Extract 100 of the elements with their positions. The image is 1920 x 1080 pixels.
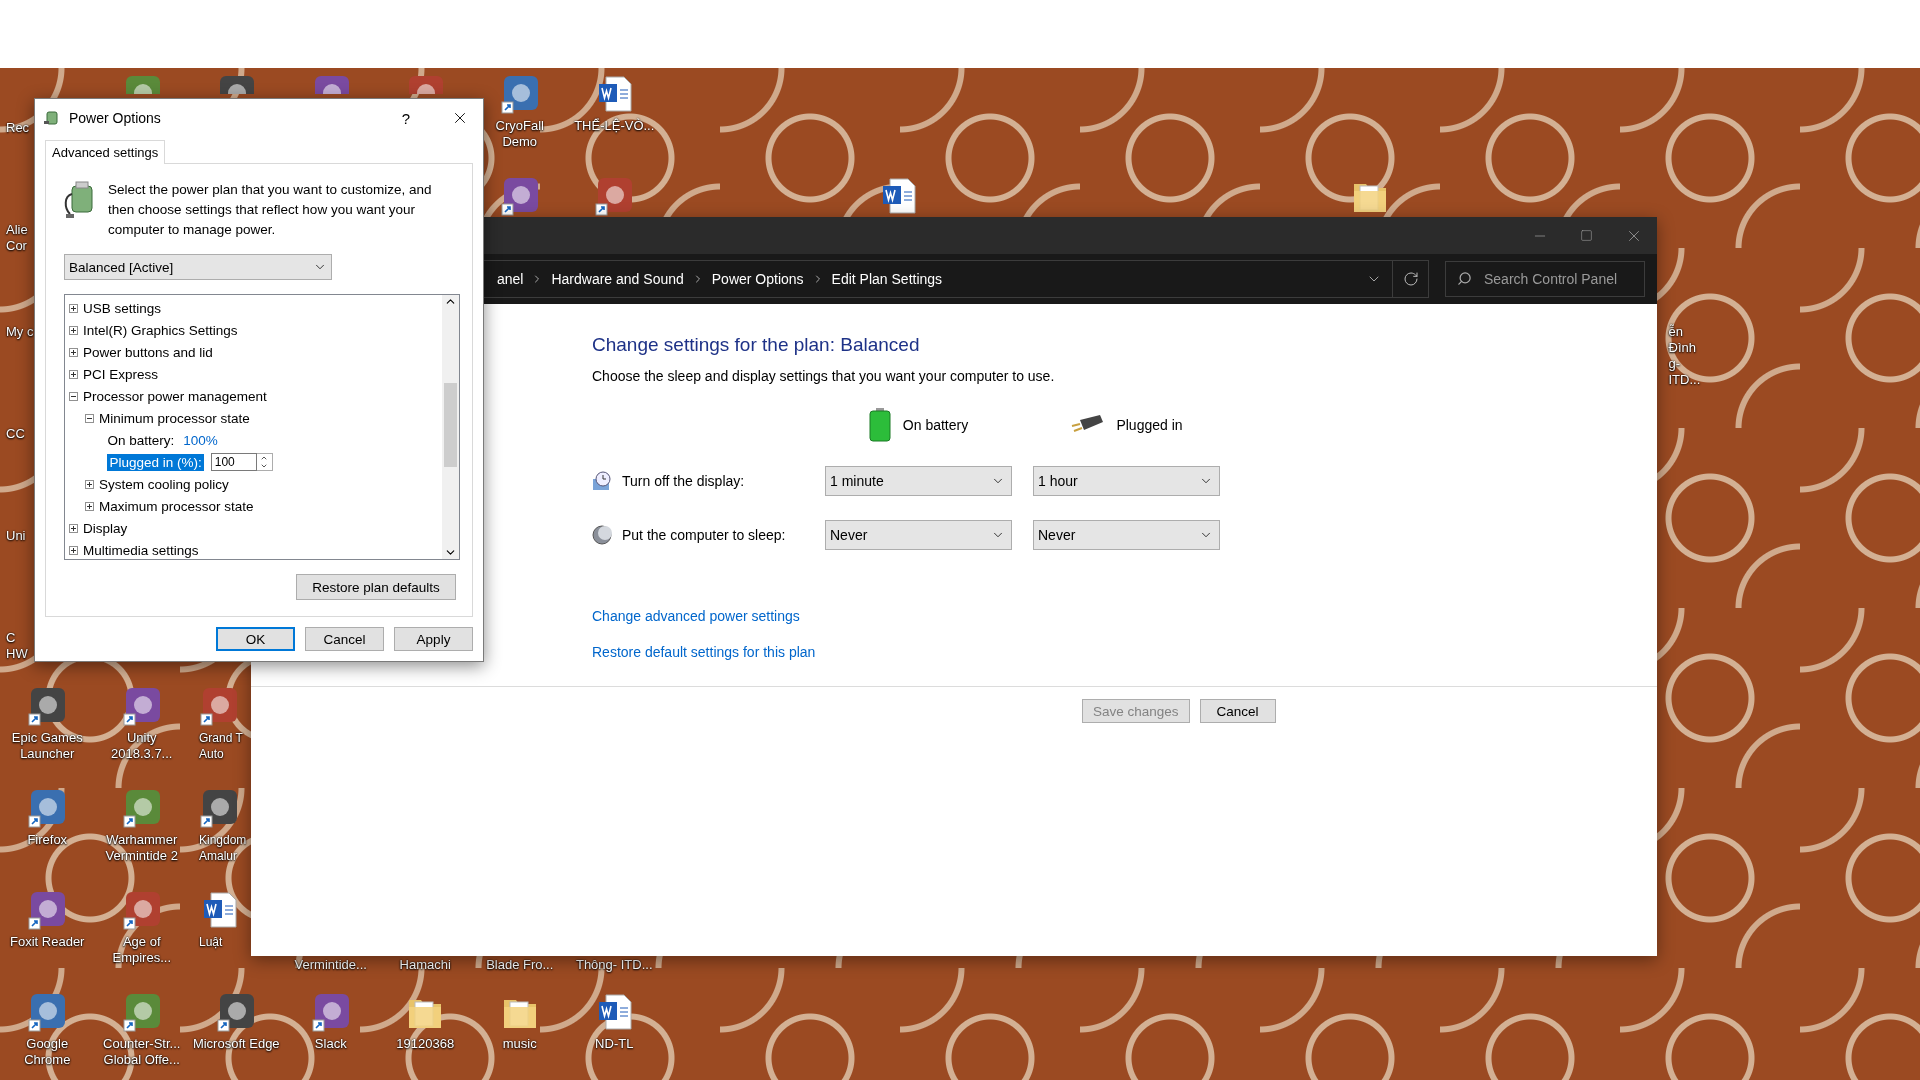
expand-icon[interactable] (69, 347, 78, 357)
desktop-icon-label[interactable]: Unity 2018.3.7... (96, 730, 187, 762)
app-shortcut-icon[interactable] (499, 176, 540, 216)
value-input-field[interactable]: 100 (210, 453, 257, 471)
setting-dropdown[interactable]: 1 minute (825, 466, 1012, 496)
desktop-icon-label[interactable]: Vermintide... (294, 957, 367, 973)
desktop-icon-label[interactable]: Uni (6, 528, 26, 544)
breadcrumb-link[interactable]: anel (497, 271, 524, 287)
desktop-icon-label[interactable]: Kingdom Amalur (199, 832, 251, 864)
tree-item[interactable]: PCI Express (83, 366, 159, 382)
collapse-icon[interactable] (85, 413, 94, 423)
tree-item[interactable]: Power buttons and lid (83, 344, 213, 360)
tree-item[interactable]: System cooling policy (99, 476, 229, 492)
tree-item[interactable]: USB settings (83, 300, 162, 316)
desktop-icon-label[interactable]: Warhammer Vermintide 2 (96, 832, 187, 864)
app-shortcut-icon[interactable] (499, 74, 540, 114)
setting-value-link[interactable]: 100% (183, 432, 218, 448)
app-shortcut-icon[interactable] (121, 992, 162, 1032)
app-shortcut-icon[interactable] (27, 788, 68, 828)
desktop-icon-label[interactable]: CryoFall Demo (488, 118, 551, 150)
desktop-icon-label[interactable]: Google Chrome (2, 1036, 93, 1068)
tree-item[interactable]: Maximum processor state (99, 498, 254, 514)
expand-icon[interactable] (69, 325, 78, 335)
settings-link[interactable]: Restore default settings for this plan (592, 644, 816, 660)
battery-icon (43, 109, 61, 127)
desktop-icon-label[interactable]: Luật (199, 934, 223, 950)
desktop-icon-label[interactable]: Foxit Reader (10, 934, 85, 950)
maximize-icon[interactable] (1580, 229, 1593, 242)
setting-label[interactable]: Plugged in (%): (107, 453, 204, 471)
help-button[interactable]: ? (383, 99, 429, 137)
desktop-icon-label[interactable]: C HW (6, 630, 36, 662)
expand-icon[interactable] (85, 501, 94, 511)
settings-link[interactable]: Change advanced power settings (592, 608, 800, 624)
column-header: Plugged in (1116, 417, 1183, 433)
setting-label: Turn off the display: (622, 473, 745, 489)
desktop-icon-label[interactable]: ễn Đình g- ITD... (1668, 324, 1701, 388)
desktop-icon-label[interactable]: Age of Empires... (96, 934, 187, 966)
app-shortcut-icon[interactable] (27, 992, 68, 1032)
app-shortcut-icon[interactable] (121, 788, 162, 828)
setting-dropdown[interactable]: Never (825, 520, 1012, 550)
desktop-icon-label[interactable]: music (502, 1036, 537, 1052)
desktop-icon-label[interactable]: Counter-Str... Global Offe... (96, 1036, 187, 1068)
action-button[interactable]: Cancel (1199, 699, 1276, 723)
plan-dropdown[interactable]: Balanced [Active] (64, 254, 332, 280)
tree-item[interactable]: Display (83, 520, 128, 536)
desktop-icon-label[interactable]: Epic Games Launcher (2, 730, 93, 762)
page-heading: Change settings for the plan: Balanced (592, 334, 921, 356)
tree-item[interactable]: Multimedia settings (83, 542, 199, 558)
desktop-icon-label[interactable]: Slack (314, 1036, 347, 1052)
tab[interactable]: Advanced settings (45, 140, 166, 164)
desktop-icon-label[interactable]: Alie Cor (6, 222, 36, 254)
dialog-button[interactable]: Apply (394, 627, 473, 651)
app-shortcut-icon[interactable] (27, 686, 68, 726)
spin-up-icon[interactable] (260, 454, 269, 462)
desktop-icon-label[interactable]: Blade Fro... (486, 957, 554, 973)
expand-icon[interactable] (85, 479, 94, 489)
app-shortcut-icon[interactable] (121, 686, 162, 726)
app-shortcut-icon[interactable] (199, 788, 239, 828)
desktop-icon-label[interactable]: THỂ-LỆ-VÒ... (574, 118, 655, 134)
dialog-button[interactable]: Cancel (305, 627, 384, 651)
restore-plan-defaults-button[interactable]: Restore plan defaults (296, 574, 456, 600)
collapse-icon[interactable] (69, 391, 78, 401)
desktop-icon-label[interactable]: ND-TL (595, 1036, 634, 1052)
breadcrumb-link[interactable]: Edit Plan Settings (831, 271, 943, 287)
breadcrumb-link[interactable]: Hardware and Sound (551, 271, 684, 287)
app-shortcut-icon[interactable] (594, 176, 635, 216)
expand-icon[interactable] (69, 523, 78, 533)
dialog-button[interactable]: OK (216, 627, 295, 651)
scrollbar-thumb[interactable] (444, 383, 457, 467)
desktop-icon-label[interactable]: My c (6, 324, 34, 340)
column-header: On battery (902, 417, 969, 433)
refresh-icon[interactable] (1402, 271, 1419, 287)
desktop-icon-label[interactable]: 19120368 (396, 1036, 455, 1052)
search-field[interactable]: Search Control Panel (1445, 261, 1645, 297)
page-description: Choose the sleep and display settings that you want your computer to use. (592, 368, 1056, 384)
moon-icon (592, 525, 612, 545)
spin-down-icon[interactable] (260, 462, 269, 470)
tree-item[interactable]: Intel(R) Graphics Settings (83, 322, 238, 338)
app-shortcut-icon[interactable] (121, 890, 162, 930)
tree-item[interactable]: Minimum processor state (99, 410, 250, 426)
desktop-icon-label[interactable]: Thông- ITD... (575, 957, 653, 973)
desktop-icon-label[interactable]: CC (6, 426, 25, 442)
search-icon (1457, 271, 1472, 286)
setting-dropdown[interactable]: 1 hour (1033, 466, 1220, 496)
expand-icon[interactable] (69, 303, 78, 313)
desktop-icon-label[interactable]: Grand T Auto (199, 730, 251, 762)
app-shortcut-icon[interactable] (27, 890, 68, 930)
app-shortcut-icon[interactable] (310, 992, 351, 1032)
setting-dropdown[interactable]: Never (1033, 520, 1220, 550)
breadcrumb-link[interactable]: Power Options (711, 271, 804, 287)
tree-item[interactable]: Processor power management (83, 388, 267, 404)
app-shortcut-icon[interactable] (199, 686, 239, 726)
app-shortcut-icon[interactable] (216, 992, 257, 1032)
desktop-icon-label[interactable]: Firefox (27, 832, 68, 848)
expand-icon[interactable] (69, 545, 78, 555)
desktop-icon-label[interactable]: Microsoft Edge (192, 1036, 280, 1052)
scrollbar[interactable] (442, 295, 459, 559)
desktop-icon-label[interactable]: Hamachi (399, 957, 451, 973)
expand-icon[interactable] (69, 369, 78, 379)
clock-monitor-icon (592, 471, 612, 491)
